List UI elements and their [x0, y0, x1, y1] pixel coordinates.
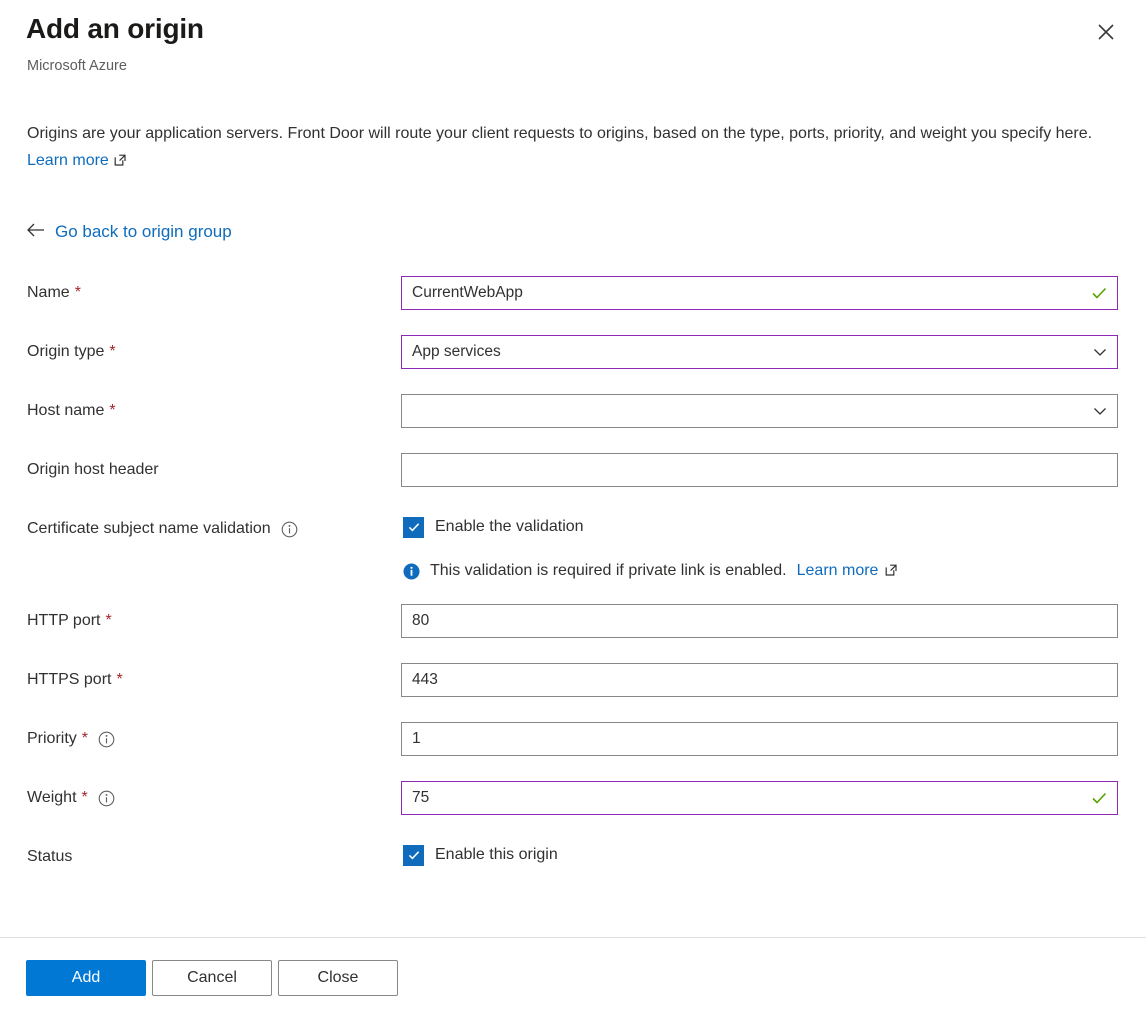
info-filled-icon [403, 563, 420, 580]
status-label-text: Status [27, 848, 73, 865]
origin-type-label-text: Origin type [27, 343, 105, 360]
http-port-label-text: HTTP port [27, 612, 101, 629]
http-port-label: HTTP port * [27, 610, 112, 632]
https-port-label: HTTPS port * [27, 669, 123, 691]
host-name-control [401, 394, 1118, 428]
required-marker: * [116, 671, 123, 688]
chevron-down-icon[interactable] [1091, 394, 1109, 428]
status-label: Status [27, 846, 72, 868]
enable-origin-checkbox[interactable]: Enable this origin [403, 844, 558, 866]
https-port-label-text: HTTPS port [27, 671, 112, 688]
origin-type-control: App services [401, 335, 1118, 369]
form-row-https-port: HTTPS port * [0, 659, 1146, 718]
close-button-footer[interactable]: Close [278, 960, 398, 996]
origin-host-header-label-text: Origin host header [27, 461, 159, 478]
https-port-input[interactable] [401, 663, 1118, 697]
checkbox-box[interactable] [403, 516, 424, 538]
priority-label: Priority * [27, 728, 115, 750]
description-learn-more-link[interactable]: Learn more [27, 152, 109, 169]
required-marker: * [109, 343, 116, 360]
host-name-select[interactable] [401, 394, 1118, 428]
checkbox-box[interactable] [403, 844, 424, 866]
info-circle-icon[interactable] [98, 731, 115, 748]
priority-control [401, 722, 1118, 756]
priority-input[interactable] [401, 722, 1118, 756]
host-name-label: Host name * [27, 400, 116, 422]
form-row-cert-validation: Certificate subject name validation Enab… [0, 508, 1146, 600]
cert-validation-label: Certificate subject name validation [27, 518, 298, 540]
origin-host-header-control [401, 453, 1118, 487]
origin-type-select[interactable]: App services [401, 335, 1118, 369]
info-message-text: This validation is required if private l… [430, 562, 787, 579]
form-row-host-name: Host name * [0, 390, 1146, 449]
close-button[interactable] [1090, 16, 1122, 48]
host-name-label-text: Host name [27, 402, 105, 419]
required-marker: * [81, 789, 88, 806]
close-icon [1096, 22, 1116, 42]
add-button[interactable]: Add [26, 960, 146, 996]
https-port-control [401, 663, 1118, 697]
form-row-origin-host-header: Origin host header [0, 449, 1146, 508]
panel-header: Add an origin Microsoft Azure [0, 0, 1146, 96]
info-circle-icon[interactable] [281, 521, 298, 538]
priority-label-text: Priority [27, 730, 77, 747]
weight-label-text: Weight [27, 789, 77, 806]
weight-control [401, 781, 1118, 815]
enable-origin-label: Enable this origin [435, 846, 558, 863]
origin-form: Name * Origin type * App services [0, 272, 1146, 895]
private-link-info-message: This validation is required if private l… [403, 560, 898, 582]
cancel-button[interactable]: Cancel [152, 960, 272, 996]
external-link-icon [113, 149, 127, 176]
origin-type-label: Origin type * [27, 341, 116, 363]
panel-description: Origins are your application servers. Fr… [27, 120, 1117, 176]
form-row-status: Status Enable this origin [0, 836, 1146, 895]
external-link-icon [884, 560, 898, 582]
name-input[interactable] [401, 276, 1118, 310]
form-row-origin-type: Origin type * App services [0, 331, 1146, 390]
chevron-down-icon[interactable] [1091, 335, 1109, 369]
info-message-learn-more-link[interactable]: Learn more [797, 560, 879, 582]
required-marker: * [81, 730, 89, 747]
form-row-name: Name * [0, 272, 1146, 331]
http-port-control [401, 604, 1118, 638]
http-port-input[interactable] [401, 604, 1118, 638]
enable-validation-label: Enable the validation [435, 518, 584, 535]
name-label: Name * [27, 282, 81, 304]
name-label-text: Name [27, 284, 70, 301]
go-back-label: Go back to origin group [55, 222, 232, 241]
origin-host-header-label: Origin host header [27, 459, 159, 481]
required-marker: * [74, 284, 81, 301]
weight-label: Weight * [27, 787, 115, 809]
form-row-weight: Weight * [0, 777, 1146, 836]
required-marker: * [105, 612, 112, 629]
origin-host-header-input[interactable] [401, 453, 1118, 487]
go-back-to-origin-group-link[interactable]: Go back to origin group [26, 220, 232, 244]
arrow-left-icon [26, 222, 46, 242]
cert-validation-label-text: Certificate subject name validation [27, 520, 271, 537]
page-subtitle: Microsoft Azure [27, 58, 127, 74]
form-row-priority: Priority * [0, 718, 1146, 777]
info-circle-icon[interactable] [98, 790, 115, 807]
page-title: Add an origin [26, 13, 204, 44]
required-marker: * [109, 402, 116, 419]
enable-validation-checkbox[interactable]: Enable the validation [403, 516, 584, 538]
description-text: Origins are your application servers. Fr… [27, 125, 1093, 142]
form-row-http-port: HTTP port * [0, 600, 1146, 659]
name-control [401, 276, 1118, 310]
footer-actions: Add Cancel Close [0, 938, 1146, 1034]
weight-input[interactable] [401, 781, 1118, 815]
